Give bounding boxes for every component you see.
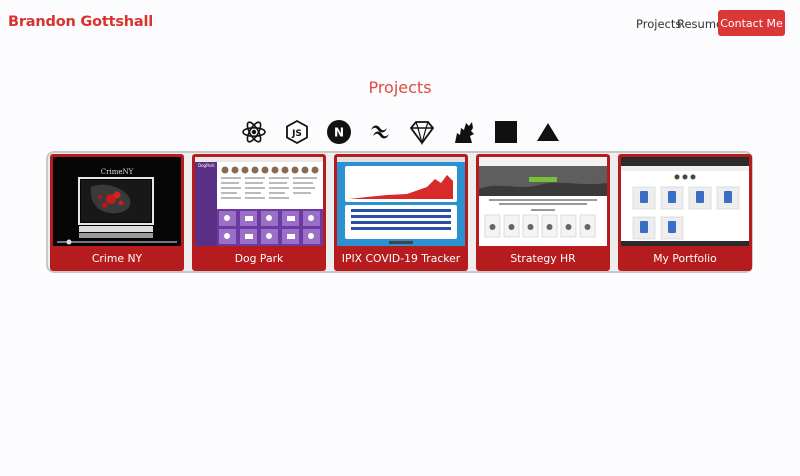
project-card-title: Crime NY bbox=[91, 252, 143, 265]
svg-text:N: N bbox=[334, 126, 344, 140]
project-card-title: IPIX COVID-19 Tracker bbox=[341, 252, 461, 265]
project-thumbnail: CrimeNY bbox=[53, 157, 181, 246]
project-card-title: Dog Park bbox=[234, 252, 284, 265]
svg-text:JS: JS bbox=[291, 129, 302, 139]
project-thumbnail bbox=[479, 157, 607, 246]
project-card-my-portfolio[interactable]: My Portfolio bbox=[618, 154, 752, 271]
project-card-strategy-hr[interactable]: Strategy HR bbox=[476, 154, 610, 271]
react-icon bbox=[241, 119, 267, 145]
project-card-title: My Portfolio bbox=[653, 252, 717, 265]
project-thumbnail: DogPark bbox=[195, 157, 323, 246]
nextjs-icon: N bbox=[326, 119, 352, 145]
navbar: Brandon Gottshall Projects Resume Contac… bbox=[0, 0, 800, 46]
project-card-ipix-covid-tracker[interactable]: IPIX COVID-19 Tracker bbox=[334, 154, 468, 271]
sass-icon bbox=[451, 119, 477, 145]
thumb-title: CrimeNY bbox=[101, 168, 134, 176]
tech-stack-icons: JS N bbox=[241, 119, 561, 145]
project-thumbnail bbox=[337, 157, 465, 246]
project-card-dog-park[interactable]: DogPark Dog Park bbox=[192, 154, 326, 271]
nav-link-resume[interactable]: Resume bbox=[677, 17, 723, 31]
tailwind-icon bbox=[367, 119, 393, 145]
project-card-title: Strategy HR bbox=[510, 252, 576, 265]
vercel-icon bbox=[535, 119, 561, 145]
ruby-icon bbox=[409, 119, 435, 145]
square-icon bbox=[493, 119, 519, 145]
project-thumbnail bbox=[621, 157, 749, 246]
project-card-crime-ny[interactable]: CrimeNY Crime NY bbox=[50, 154, 184, 271]
nav-link-projects[interactable]: Projects bbox=[636, 17, 681, 31]
brand-logo[interactable]: Brandon Gottshall bbox=[8, 14, 153, 30]
nodejs-icon: JS bbox=[284, 119, 310, 145]
projects-heading: Projects bbox=[368, 78, 432, 97]
thumb-title: DogPark bbox=[198, 163, 215, 168]
contact-me-button[interactable]: Contact Me bbox=[718, 10, 785, 36]
